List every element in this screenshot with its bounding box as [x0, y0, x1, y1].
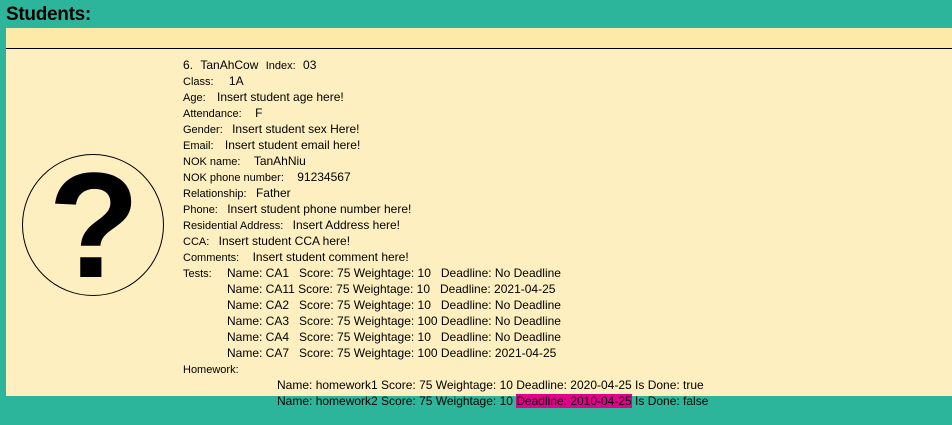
gender-value: Insert student sex Here! [232, 122, 360, 136]
comments-row: Comments: Insert student comment here! [183, 249, 409, 265]
test-item: Name: CA2 Score: 75 Weightage: 10 Deadli… [227, 298, 561, 312]
relationship-value: Father [255, 186, 291, 200]
email-value: Insert student email here! [224, 138, 361, 152]
age-label: Age: [183, 92, 206, 104]
nok-name-value: TanAhNiu [253, 154, 306, 168]
homework-details: Name: homework2 Score: 75 Weightage: 10 [277, 394, 517, 408]
attendance-label: Attendance: [183, 108, 242, 120]
homework-label: Homework: [183, 364, 239, 376]
attendance-row: Attendance: F [183, 105, 262, 121]
relationship-label: Relationship: [183, 188, 247, 200]
email-row: Email: Insert student email here! [183, 137, 360, 153]
cca-value: Insert student CCA here! [218, 234, 351, 248]
student-index: 03 [303, 58, 317, 72]
phone-value: Insert student phone number here! [227, 202, 412, 216]
nok-name-label: NOK name: [183, 156, 241, 168]
homework-status: Is Done: false [631, 394, 709, 408]
student-number: 6. [183, 58, 194, 72]
nok-phone-label: NOK phone number: [183, 172, 284, 184]
homework-item: Name: homework1 Score: 75 Weightage: 10 … [257, 361, 704, 392]
homework-deadline-overdue: Deadline: 2010-04-25 [516, 394, 632, 408]
nok-phone-value: 91234567 [297, 170, 351, 184]
nok-phone-row: NOK phone number: 91234567 [183, 169, 351, 185]
tests-label-row: Tests: [183, 265, 212, 281]
cca-label: CCA: [183, 236, 210, 248]
comments-label: Comments: [183, 252, 240, 264]
gender-label: Gender: [183, 124, 223, 136]
test-item: Name: CA7 Score: 75 Weightage: 100 Deadl… [227, 346, 557, 360]
class-label: Class: [183, 76, 214, 88]
address-label: Residential Address: [183, 220, 284, 232]
homework-label-row: Homework: [183, 361, 239, 377]
card-top-strip [6, 28, 952, 49]
page-title: Students: [6, 4, 91, 25]
age-value: Insert student age here! [216, 90, 344, 104]
gender-row: Gender: Insert student sex Here! [183, 121, 360, 137]
phone-row: Phone: Insert student phone number here! [183, 201, 411, 217]
tests-label: Tests: [183, 268, 212, 280]
age-row: Age: Insert student age here! [183, 89, 344, 105]
header-bar: Students: [0, 0, 952, 28]
homework-item: Name: homework2 Score: 75 Weightage: 10 … [257, 377, 708, 408]
index-label: Index: [265, 60, 296, 72]
comments-value: Insert student comment here! [252, 250, 409, 264]
class-value: 1A [228, 74, 244, 88]
student-name: TanAhCow [200, 58, 259, 72]
question-mark-icon: ? [48, 155, 140, 297]
class-row: Class: 1A [183, 73, 244, 89]
relationship-row: Relationship: Father [183, 185, 291, 201]
nok-name-row: NOK name: TanAhNiu [183, 153, 306, 169]
avatar: ? [22, 154, 164, 297]
cca-row: CCA: Insert student CCA here! [183, 233, 350, 249]
phone-label: Phone: [183, 204, 218, 216]
test-item: Name: CA1 Score: 75 Weightage: 10 Deadli… [227, 266, 561, 280]
test-item: Name: CA11 Score: 75 Weightage: 10 Deadl… [227, 282, 556, 296]
attendance-value: F [255, 106, 263, 120]
student-card[interactable]: ? 6. TanAhCow Index: 03 Class: 1A Age: I… [6, 28, 952, 408]
address-value: Insert Address here! [292, 218, 401, 232]
address-row: Residential Address: Insert Address here… [183, 217, 400, 233]
test-item: Name: CA4 Score: 75 Weightage: 10 Deadli… [227, 330, 561, 344]
student-name-row: 6. TanAhCow Index: 03 [183, 57, 316, 73]
svg-text:?: ? [48, 155, 140, 297]
test-item: Name: CA3 Score: 75 Weightage: 100 Deadl… [227, 314, 561, 328]
email-label: Email: [183, 140, 214, 152]
